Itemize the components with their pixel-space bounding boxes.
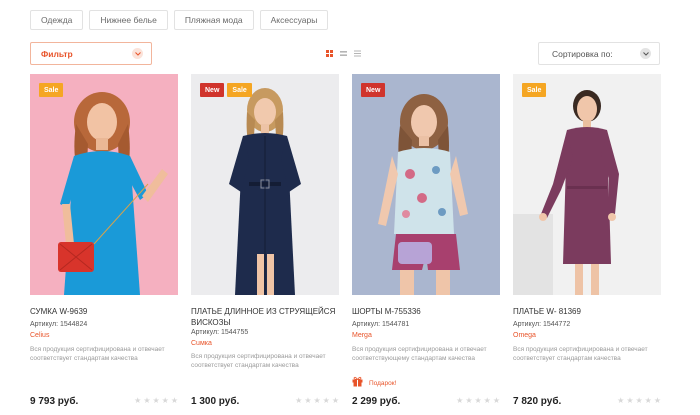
view-mode-toggles: [325, 49, 361, 57]
star-icon: ★: [313, 396, 321, 405]
product-title[interactable]: ПЛАТЬЕ W- 81369: [513, 306, 661, 317]
gift-icon: [352, 374, 363, 392]
sale-badge: Sale: [227, 83, 252, 97]
product-brand[interactable]: Cuмка: [191, 340, 212, 347]
star-icon: ★: [653, 396, 661, 405]
product-price: 2 299 руб.: [352, 396, 401, 407]
rating-stars[interactable]: ★ ★ ★ ★ ★: [617, 397, 661, 405]
product-card[interactable]: Sale ПЛАТЬЕ W- 81369 Артикул: 1544772 Om…: [513, 74, 661, 414]
product-title[interactable]: СУМКА W-9639: [30, 306, 178, 317]
compact-list-view-icon[interactable]: [353, 49, 361, 57]
star-icon: ★: [626, 396, 634, 405]
star-icon: ★: [331, 396, 339, 405]
badge-group: New: [361, 83, 386, 97]
new-badge: New: [200, 83, 225, 97]
chevron-down-icon: [640, 48, 651, 59]
sort-dropdown[interactable]: Сортировка по:: [538, 42, 660, 65]
badge-group: New Sale: [200, 83, 252, 97]
sort-label: Сортировка по:: [552, 48, 613, 59]
filter-dropdown[interactable]: Фильтр: [30, 42, 152, 65]
star-icon: ★: [295, 396, 303, 405]
product-photo[interactable]: Sale: [30, 74, 178, 295]
chevron-down-icon: [132, 48, 143, 59]
star-icon: ★: [152, 396, 160, 405]
rating-stars[interactable]: ★ ★ ★ ★ ★: [134, 397, 178, 405]
star-icon: ★: [170, 396, 178, 405]
rating-stars[interactable]: ★ ★ ★ ★ ★: [456, 397, 500, 405]
product-title[interactable]: ПЛАТЬЕ ДЛИННОЕ ИЗ СТРУЯЩЕЙСЯ ВИСКОЗЫ: [191, 306, 339, 328]
star-icon: ★: [474, 396, 482, 405]
product-sku: Артикул: 1544755: [191, 329, 249, 336]
product-price: 1 300 руб.: [191, 396, 240, 407]
product-price: 9 793 руб.: [30, 396, 79, 407]
star-icon: ★: [304, 396, 312, 405]
sale-badge: Sale: [39, 83, 64, 97]
tab-clothing[interactable]: Одежда: [30, 10, 84, 30]
star-icon: ★: [635, 396, 643, 405]
star-icon: ★: [322, 396, 330, 405]
star-icon: ★: [644, 396, 652, 405]
star-icon: ★: [143, 396, 151, 405]
product-photo[interactable]: Sale: [513, 74, 661, 295]
sale-badge: Sale: [522, 83, 547, 97]
star-icon: ★: [134, 396, 142, 405]
product-price: 7 820 руб.: [513, 396, 562, 407]
product-description: Вся продукция сертифицирована и отвечает…: [513, 346, 648, 362]
star-icon: ★: [483, 396, 491, 405]
filter-label: Фильтр: [41, 48, 73, 59]
product-description: Вся продукция сертифицирована и отвечает…: [191, 353, 326, 369]
star-icon: ★: [161, 396, 169, 405]
product-card[interactable]: New Sale ПЛАТЬЕ ДЛИННОЕ ИЗ СТРУЯЩЕЙСЯ ВИ…: [191, 74, 339, 414]
product-brand[interactable]: Omega: [513, 332, 536, 339]
gift-label: Подарок!: [369, 379, 397, 387]
tab-underwear[interactable]: Нижнее белье: [89, 10, 168, 30]
tab-beachwear[interactable]: Пляжная мода: [173, 10, 254, 30]
product-sku: Артикул: 1544772: [513, 321, 571, 328]
new-badge: New: [361, 83, 386, 97]
badge-group: Sale: [522, 83, 547, 97]
category-tabs: Одежда Нижнее белье Пляжная мода Аксессу…: [30, 10, 329, 30]
product-title[interactable]: ШОРТЫ M-755336: [352, 306, 500, 317]
star-icon: ★: [465, 396, 473, 405]
product-description: Вся продукция сертифицирована и отвечает…: [30, 346, 165, 362]
product-sku: Артикул: 1544781: [352, 321, 410, 328]
gift-offer[interactable]: Подарок!: [352, 374, 396, 392]
star-icon: ★: [617, 396, 625, 405]
list-view-icon[interactable]: [339, 49, 347, 57]
rating-stars[interactable]: ★ ★ ★ ★ ★: [295, 397, 339, 405]
product-card[interactable]: New ШОРТЫ M-755336 Артикул: 1544781 Merg…: [352, 74, 500, 414]
tab-accessories[interactable]: Аксессуары: [259, 10, 329, 30]
product-brand[interactable]: Celius: [30, 332, 49, 339]
badge-group: Sale: [39, 83, 64, 97]
product-card[interactable]: Sale СУМКА W-9639 Артикул: 1544824 Celiu…: [30, 74, 178, 414]
product-description: Вся продукция сертифицирована и отвечает…: [352, 346, 487, 362]
product-photo[interactable]: New: [352, 74, 500, 295]
star-icon: ★: [492, 396, 500, 405]
product-sku: Артикул: 1544824: [30, 321, 88, 328]
grid-view-icon[interactable]: [325, 49, 333, 57]
star-icon: ★: [456, 396, 464, 405]
product-brand[interactable]: Merga: [352, 332, 372, 339]
product-photo[interactable]: New Sale: [191, 74, 339, 295]
